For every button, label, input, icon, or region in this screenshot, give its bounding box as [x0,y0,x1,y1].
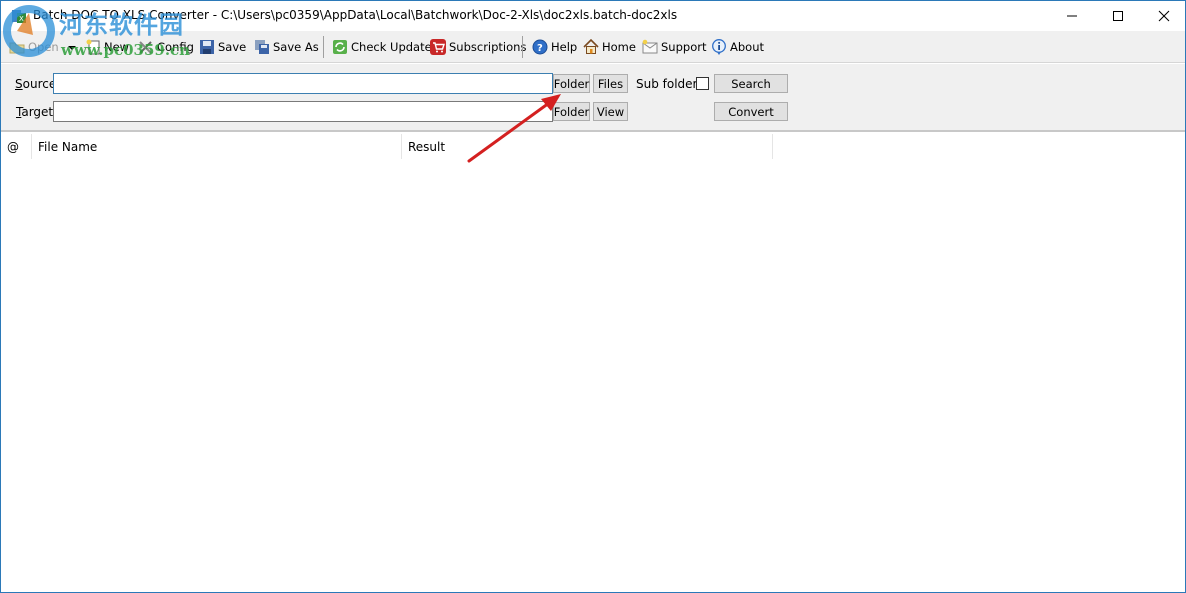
maximize-icon [1113,11,1123,21]
minimize-button[interactable] [1049,1,1095,31]
source-input[interactable] [54,74,552,93]
toolbar-separator [522,36,523,58]
toolbar-separator [323,36,324,58]
floppy-disk-icon [199,39,215,55]
open-button[interactable]: Open [9,37,59,57]
subfolders-label: Sub folders [636,77,704,91]
home-label: Home [602,40,636,54]
app-window: X Batch DOC TO XLS Converter - C:\Users\… [0,0,1186,593]
column-header-status[interactable]: @ [1,134,32,159]
save-as-button[interactable]: Save As [254,37,319,57]
shopping-cart-icon [430,39,446,55]
target-folder-button[interactable]: Folder [553,102,590,121]
open-dropdown-button[interactable] [68,37,76,57]
source-files-button[interactable]: Files [593,74,628,93]
folder-open-icon [9,39,25,55]
home-button[interactable]: Home [583,37,636,57]
refresh-icon [332,39,348,55]
home-icon [583,38,599,55]
open-label: Open [28,40,59,54]
source-field-wrap [53,73,553,94]
svg-text:X: X [19,15,24,23]
help-label: Help [551,40,578,54]
about-button[interactable]: About [711,37,764,57]
support-button[interactable]: Support [642,37,706,57]
list-header: @ File Name Result [1,134,1185,159]
target-field-wrap [53,101,553,122]
new-file-icon [85,39,101,55]
close-icon [1158,10,1170,22]
svg-text:?: ? [537,43,543,54]
minimize-icon [1067,15,1077,17]
help-button[interactable]: ? Help [532,37,577,57]
save-label: Save [218,40,247,54]
support-label: Support [661,40,707,54]
source-folder-button[interactable]: Folder [553,74,590,93]
search-button[interactable]: Search [714,74,788,93]
window-title: Batch DOC TO XLS Converter - C:\Users\pc… [33,8,678,22]
toolbar: Open New Config Save Save As Check Updat… [1,31,1185,63]
subfolders-checkbox[interactable] [696,77,709,90]
new-button[interactable]: New [85,37,129,57]
convert-button[interactable]: Convert [714,102,788,121]
check-update-label: Check Update [351,40,432,54]
file-list[interactable]: @ File Name Result [1,134,1185,592]
title-bar: X Batch DOC TO XLS Converter - C:\Users\… [1,1,1185,31]
target-view-button[interactable]: View [593,102,628,121]
info-icon [711,39,727,55]
check-update-button[interactable]: Check Update [332,37,432,57]
app-icon: X [11,8,27,24]
save-button[interactable]: Save [199,37,246,57]
save-as-icon [254,39,270,55]
source-target-panel: Source Folder Files Sub folders Search T… [1,64,1185,132]
about-label: About [730,40,765,54]
maximize-button[interactable] [1095,1,1141,31]
column-header-file-name[interactable]: File Name [32,134,402,159]
new-label: New [104,40,130,54]
tools-icon [138,39,154,55]
subscriptions-button[interactable]: Subscriptions [430,37,526,57]
save-as-label: Save As [273,40,319,54]
target-label: Target [16,105,54,119]
subscriptions-label: Subscriptions [449,40,527,54]
target-input[interactable] [54,102,552,121]
source-label: Source [15,77,57,91]
column-header-result[interactable]: Result [402,134,773,159]
close-button[interactable] [1141,1,1186,31]
envelope-icon [642,39,658,55]
chevron-down-icon [68,40,76,54]
config-button[interactable]: Config [138,37,194,57]
help-icon: ? [532,39,548,55]
config-label: Config [157,40,194,54]
